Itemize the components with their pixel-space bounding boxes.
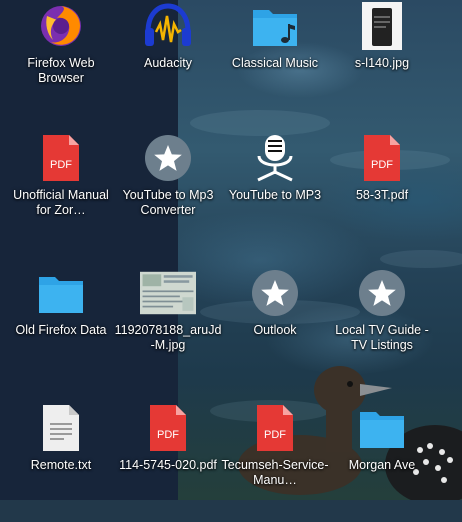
desktop-icon-label: Unofficial Manual for Zor… xyxy=(13,188,109,217)
desktop-icon[interactable]: PDF 58-3T.pdf xyxy=(328,132,436,252)
desktop-icon[interactable]: Old Firefox Data xyxy=(7,267,115,387)
desktop-icon[interactable]: Audacity xyxy=(114,0,222,120)
microphone-icon xyxy=(247,134,303,182)
image-file-icon xyxy=(354,2,410,50)
desktop-icon-label: s-l140.jpg xyxy=(354,56,410,70)
music-folder-icon xyxy=(247,2,303,50)
firefox-icon xyxy=(33,2,89,50)
svg-text:PDF: PDF xyxy=(371,159,393,171)
desktop-icon[interactable]: PDF 114-5745-020.pdf xyxy=(114,402,222,522)
desktop-icon-label: 114-5745-020.pdf xyxy=(119,458,217,472)
desktop-icon-label: Tecumseh-Service-Manu… xyxy=(221,458,329,487)
desktop-icon[interactable]: Firefox Web Browser xyxy=(7,0,115,120)
folder-icon xyxy=(33,269,89,317)
desktop-icon-label: Classical Music xyxy=(231,56,319,70)
pdf-file-icon: PDF xyxy=(354,134,410,182)
desktop-icon[interactable]: PDF Tecumseh-Service-Manu… xyxy=(221,402,329,522)
star-app-icon xyxy=(140,134,196,182)
desktop-icon[interactable]: PDF Unofficial Manual for Zor… xyxy=(7,132,115,252)
desktop-icon-label: Local TV Guide - TV Listings xyxy=(335,323,429,352)
desktop-icon-label: Outlook xyxy=(253,323,297,337)
pdf-file-icon: PDF xyxy=(140,404,196,452)
desktop-icon[interactable]: Local TV Guide - TV Listings xyxy=(328,267,436,387)
desktop-icon-label: YouTube to MP3 xyxy=(228,188,322,202)
desktop-icon-label: Morgan Ave xyxy=(348,458,416,472)
desktop-icon-label: 58-3T.pdf xyxy=(355,188,409,202)
text-file-icon xyxy=(33,404,89,452)
svg-text:PDF: PDF xyxy=(50,159,72,171)
desktop-icon-label: Remote.txt xyxy=(30,458,92,472)
image-file-icon xyxy=(140,269,196,317)
desktop-icon[interactable]: Outlook xyxy=(221,267,329,387)
desktop-icon[interactable]: s-l140.jpg xyxy=(328,0,436,120)
desktop-icon-label: 1192078188_aruJd-M.jpg xyxy=(114,323,222,352)
pdf-file-icon: PDF xyxy=(247,404,303,452)
audacity-icon xyxy=(140,2,196,50)
pdf-file-icon: PDF xyxy=(33,134,89,182)
desktop-icon[interactable]: YouTube to Mp3 Converter xyxy=(114,132,222,252)
desktop-icon[interactable]: 1192078188_aruJd-M.jpg xyxy=(114,267,222,387)
desktop-icon-label: Old Firefox Data xyxy=(15,323,107,337)
svg-text:PDF: PDF xyxy=(157,429,179,441)
desktop-icon-grid: Firefox Web Browser Audacity Classical M… xyxy=(0,0,462,500)
svg-text:PDF: PDF xyxy=(264,429,286,441)
folder-icon xyxy=(354,404,410,452)
desktop-icon-label: Audacity xyxy=(144,56,192,70)
desktop-icon[interactable]: Morgan Ave xyxy=(328,402,436,522)
desktop-icon[interactable]: Classical Music xyxy=(221,0,329,120)
desktop-icon-label: Firefox Web Browser xyxy=(27,56,95,85)
desktop-icon[interactable]: YouTube to MP3 xyxy=(221,132,329,252)
desktop-icon-label: YouTube to Mp3 Converter xyxy=(122,188,214,217)
star-app-icon xyxy=(247,269,303,317)
star-app-icon xyxy=(354,269,410,317)
desktop-icon[interactable]: Remote.txt xyxy=(7,402,115,522)
